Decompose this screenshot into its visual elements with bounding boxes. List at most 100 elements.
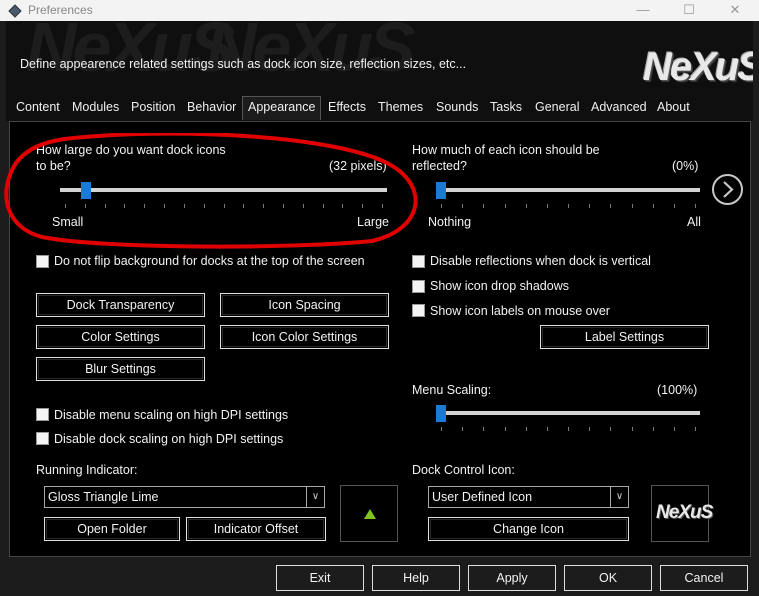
color-settings-button[interactable]: Color Settings bbox=[36, 325, 205, 349]
ok-button[interactable]: OK bbox=[564, 565, 652, 591]
slider-tick bbox=[525, 204, 527, 208]
slider-tick bbox=[302, 204, 304, 208]
disable-menu-scaling-checkbox[interactable] bbox=[36, 408, 49, 421]
window-title: Preferences bbox=[28, 3, 93, 17]
disable-menu-scaling-label: Disable menu scaling on high DPI setting… bbox=[54, 408, 289, 422]
help-button[interactable]: Help bbox=[372, 565, 460, 591]
reflection-min-label: Nothing bbox=[428, 215, 472, 229]
open-folder-button[interactable]: Open Folder bbox=[44, 517, 180, 541]
slider-tick bbox=[65, 204, 66, 208]
chevron-down-icon[interactable]: ∨ bbox=[610, 487, 628, 507]
chevron-right-circle-icon[interactable] bbox=[711, 173, 744, 206]
blur-settings-button[interactable]: Blur Settings bbox=[36, 357, 205, 381]
slider-tick bbox=[263, 204, 265, 208]
icon-labels-label: Show icon labels on mouse over bbox=[430, 304, 610, 318]
menu-scaling-value: (100%) bbox=[657, 383, 698, 397]
dock-transparency-button[interactable]: Dock Transparency bbox=[36, 293, 205, 317]
tab-sounds[interactable]: Sounds bbox=[436, 98, 478, 118]
reflection-max-label: All bbox=[687, 215, 701, 229]
tab-themes[interactable]: Themes bbox=[378, 98, 423, 118]
chevron-down-icon[interactable]: ∨ bbox=[306, 487, 324, 507]
footer-bar: Exit Help Apply OK Cancel bbox=[0, 557, 759, 596]
running-indicator-value: Gloss Triangle Lime bbox=[48, 490, 159, 504]
slider-tick bbox=[462, 427, 464, 431]
disable-reflections-label: Disable reflections when dock is vertica… bbox=[430, 254, 651, 268]
menu-scaling-slider-thumb[interactable] bbox=[436, 405, 446, 422]
tab-behavior[interactable]: Behavior bbox=[187, 98, 236, 118]
tab-appearance[interactable]: Appearance bbox=[242, 96, 322, 120]
nexus-logo-small: NeXuS bbox=[656, 502, 713, 523]
tab-content[interactable]: Content bbox=[16, 98, 60, 118]
slider-tick bbox=[223, 204, 225, 208]
slider-tick bbox=[203, 204, 205, 208]
tab-effects[interactable]: Effects bbox=[328, 98, 366, 118]
icon-color-settings-button[interactable]: Icon Color Settings bbox=[220, 325, 389, 349]
icon-spacing-button[interactable]: Icon Spacing bbox=[220, 293, 389, 317]
slider-tick bbox=[589, 204, 591, 208]
slider-tick bbox=[322, 204, 324, 208]
slider-tick bbox=[525, 427, 527, 431]
slider-tick bbox=[631, 427, 633, 431]
slider-tick bbox=[183, 204, 185, 208]
disable-reflections-checkbox[interactable] bbox=[412, 255, 425, 268]
title-bar: Preferences — ☐ ✕ bbox=[0, 0, 759, 21]
tab-advanced[interactable]: Advanced bbox=[591, 98, 647, 118]
slider-tick bbox=[610, 427, 612, 431]
apply-button[interactable]: Apply bbox=[468, 565, 556, 591]
dock-control-icon-preview: NeXuS bbox=[651, 485, 713, 542]
dock-control-icon-select[interactable]: User Defined Icon ∨ bbox=[428, 486, 629, 508]
slider-tick bbox=[610, 204, 612, 208]
running-indicator-select[interactable]: Gloss Triangle Lime ∨ bbox=[44, 486, 325, 508]
slider-tick bbox=[673, 204, 675, 208]
drop-shadows-checkbox[interactable] bbox=[412, 280, 425, 293]
no-flip-checkbox[interactable] bbox=[36, 255, 49, 268]
nexus-logo: NeXuS bbox=[643, 45, 753, 89]
slider-tick bbox=[282, 204, 284, 208]
slider-tick bbox=[652, 204, 654, 208]
cancel-button[interactable]: Cancel bbox=[660, 565, 748, 591]
slider-tick bbox=[504, 204, 506, 208]
icon-size-slider-track[interactable] bbox=[60, 188, 387, 192]
maximize-button[interactable]: ☐ bbox=[666, 0, 712, 21]
disable-dock-scaling-label: Disable dock scaling on high DPI setting… bbox=[54, 432, 284, 446]
icon-labels-checkbox[interactable] bbox=[412, 304, 425, 317]
reflection-slider-track[interactable] bbox=[436, 188, 700, 192]
menu-scaling-label: Menu Scaling: bbox=[412, 383, 492, 397]
slider-tick bbox=[382, 204, 383, 208]
slider-tick bbox=[124, 204, 126, 208]
slider-tick bbox=[462, 204, 464, 208]
tab-tasks[interactable]: Tasks bbox=[490, 98, 522, 118]
tab-position[interactable]: Position bbox=[131, 98, 175, 118]
reflection-question-2: reflected? bbox=[412, 159, 467, 173]
watermark-logo: NeXuS bbox=[26, 21, 236, 86]
disable-dock-scaling-checkbox[interactable] bbox=[36, 432, 49, 445]
slider-tick bbox=[483, 204, 485, 208]
close-button[interactable]: ✕ bbox=[712, 0, 758, 21]
reflection-value: (0%) bbox=[672, 159, 699, 173]
slider-tick bbox=[164, 204, 166, 208]
slider-tick bbox=[441, 204, 442, 208]
icon-size-value: (32 pixels) bbox=[329, 159, 387, 173]
change-icon-button[interactable]: Change Icon bbox=[428, 517, 629, 541]
slider-tick bbox=[546, 204, 548, 208]
minimize-button[interactable]: — bbox=[620, 0, 666, 21]
slider-tick bbox=[631, 204, 633, 208]
watermark-logo: NeXuS bbox=[206, 21, 416, 86]
slider-tick bbox=[695, 427, 696, 431]
label-settings-button[interactable]: Label Settings bbox=[540, 325, 709, 349]
reflection-slider-thumb[interactable] bbox=[436, 182, 446, 199]
drop-shadows-label: Show icon drop shadows bbox=[430, 279, 569, 293]
slider-tick bbox=[243, 204, 245, 208]
tab-modules[interactable]: Modules bbox=[72, 98, 119, 118]
tab-general[interactable]: General bbox=[535, 98, 579, 118]
menu-scaling-slider-track[interactable] bbox=[436, 411, 700, 415]
exit-button[interactable]: Exit bbox=[276, 565, 364, 591]
indicator-offset-button[interactable]: Indicator Offset bbox=[186, 517, 326, 541]
dock-control-icon-value: User Defined Icon bbox=[432, 490, 533, 504]
slider-tick bbox=[362, 204, 364, 208]
tab-about[interactable]: About bbox=[657, 98, 690, 118]
icon-size-min-label: Small bbox=[52, 215, 84, 229]
slider-tick bbox=[144, 204, 146, 208]
icon-size-slider-thumb[interactable] bbox=[81, 182, 91, 199]
slider-tick bbox=[483, 427, 485, 431]
